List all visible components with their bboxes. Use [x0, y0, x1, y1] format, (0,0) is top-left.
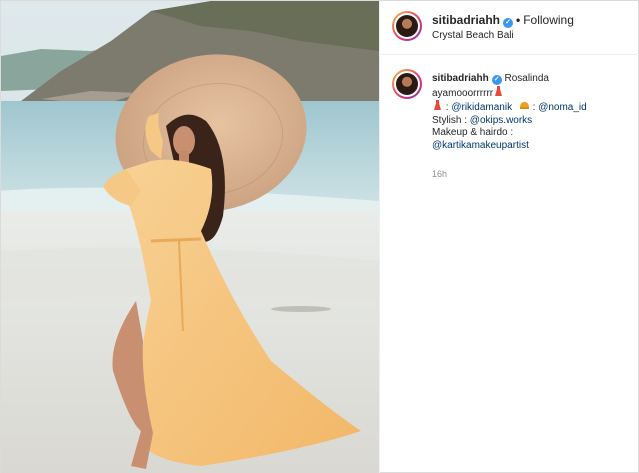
verified-badge-icon: ✓: [491, 75, 502, 85]
post-photo[interactable]: [1, 1, 379, 473]
dress-credit-link[interactable]: @rikidamanik: [451, 102, 512, 113]
caption-name: Rosalinda: [504, 73, 549, 84]
dress-emoji-icon: [495, 85, 503, 96]
post-header: sitibadriahh ✓ • Following Crystal Beach Ba…: [380, 1, 639, 55]
verified-badge-icon: ✓: [503, 18, 514, 28]
hair-credit-link[interactable]: @noma_id: [538, 102, 587, 113]
hair-separator: :: [529, 102, 539, 113]
caption-username[interactable]: sitibadriahh: [432, 73, 489, 84]
avatar[interactable]: [392, 11, 422, 41]
header-username-row: sitibadriahh ✓ • Following: [432, 13, 574, 28]
post-side-panel: sitibadriahh ✓ • Following Crystal Beach Ba…: [379, 1, 639, 473]
post-timestamp[interactable]: 16h: [432, 169, 447, 179]
caption-line1: ayamooorrrrrr: [432, 87, 494, 99]
separator-dot: •: [516, 13, 521, 27]
hair-emoji-icon: [519, 102, 529, 109]
instagram-post: sitibadriahh ✓ • Following Crystal Beach Ba…: [0, 0, 639, 473]
location-link[interactable]: Crystal Beach Bali: [432, 30, 514, 41]
stylish-label: Stylish :: [432, 114, 470, 126]
dress-emoji-icon: [434, 100, 441, 110]
makeup-label: Makeup & hairdo :: [432, 127, 514, 138]
header-username[interactable]: sitibadriahh: [432, 13, 500, 27]
caption-text: sitibadriahh ✓ Rosalinda ayamooorrrrrr : …: [432, 73, 632, 152]
beach-photo-image: [1, 1, 379, 473]
makeup-credit-link[interactable]: @kartikamakeupartist: [432, 140, 529, 151]
stylish-credit-link[interactable]: @okips.works: [470, 115, 532, 126]
following-button[interactable]: Following: [523, 13, 574, 27]
caption-avatar[interactable]: [392, 69, 422, 99]
